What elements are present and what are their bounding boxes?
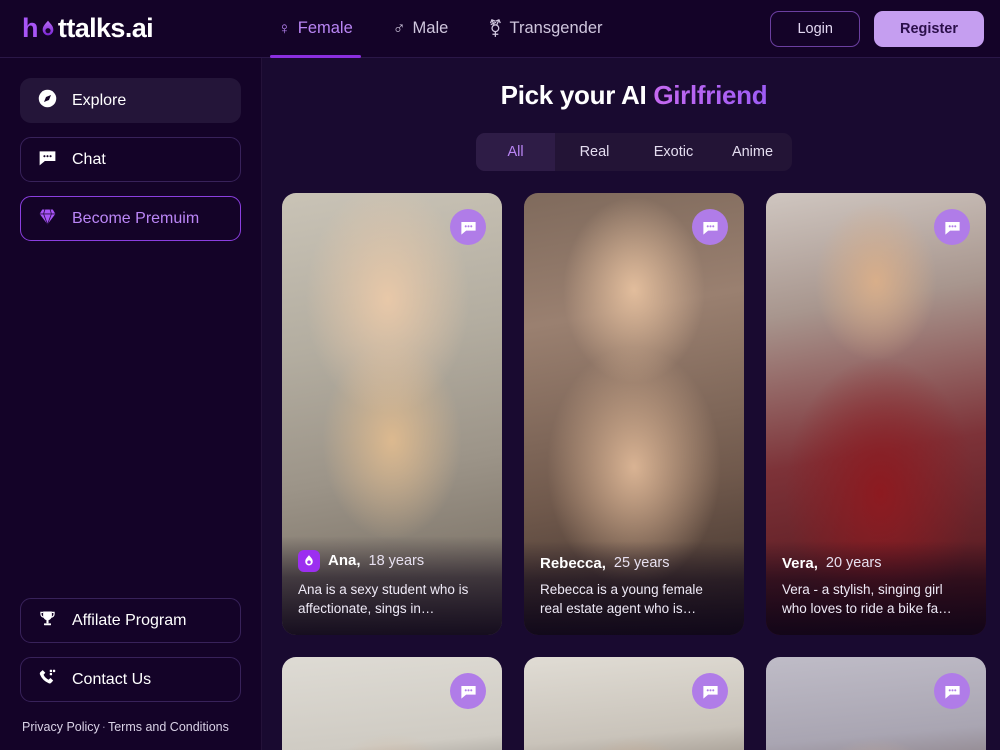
gender-tabs: ♀ Female ♂ Male ⚧ Transgender [270, 0, 611, 58]
diamond-icon [37, 206, 58, 232]
chat-button[interactable] [692, 209, 728, 245]
sidebar-item-explore-label: Explore [72, 91, 127, 109]
category-filters: All Real Exotic Anime [476, 133, 792, 171]
sidebar-item-chat[interactable]: Chat [20, 137, 241, 182]
sidebar-item-explore[interactable]: Explore [20, 78, 241, 123]
logo-suffix: talks.ai [66, 13, 154, 43]
filter-all[interactable]: All [476, 133, 555, 171]
card-age: 18 years [368, 552, 425, 569]
sidebar-item-premium-label: Become Premuim [72, 209, 200, 227]
phone-icon [37, 667, 58, 693]
card-description: Vera - a stylish, singing girl who loves… [782, 581, 952, 617]
card-name-row: Vera, 20 years [782, 555, 970, 572]
logo[interactable]: h t talks.ai [0, 0, 262, 57]
top-header: h t talks.ai ♀ Female ♂ Male ⚧ Transgend… [0, 0, 1000, 58]
filters-wrap: All Real Exotic Anime [278, 133, 990, 171]
male-symbol-icon: ♂ [392, 19, 406, 38]
sidebar-item-affiliate-label: Affilate Program [72, 611, 187, 629]
card-info-overlay: Rebecca, 25 years Rebecca is a young fem… [524, 540, 744, 635]
card-info-overlay: Vera, 20 years Vera - a stylish, singing… [766, 540, 986, 635]
sidebar-item-affiliate[interactable]: Affilate Program [20, 598, 241, 643]
transgender-symbol-icon: ⚧ [488, 19, 503, 38]
header-actions: Login Register [770, 10, 1000, 47]
character-card[interactable]: Ana, 18 years Ana is a sexy student who … [282, 193, 502, 635]
sidebar-item-contact-label: Contact Us [72, 670, 152, 688]
card-name: Rebecca, [540, 554, 606, 572]
tab-male-label: Male [412, 19, 449, 38]
card-age: 25 years [613, 555, 670, 572]
chat-bubble-icon [944, 685, 960, 699]
login-button[interactable]: Login [770, 10, 860, 47]
card-info-overlay: Ana, 18 years Ana is a sexy student who … [282, 535, 502, 635]
logo-prefix: h [22, 13, 39, 43]
character-card[interactable]: Rebecca, 25 years Rebecca is a young fem… [524, 193, 744, 635]
card-description: Rebecca is a young female real estate ag… [540, 581, 703, 617]
tab-transgender-label: Transgender [509, 19, 603, 38]
filter-anime[interactable]: Anime [713, 133, 792, 171]
card-name-row: Ana, 18 years [298, 549, 486, 572]
flame-icon [38, 15, 58, 36]
card-age: 20 years [825, 555, 882, 572]
privacy-policy-link[interactable]: Privacy Policy [22, 720, 100, 734]
register-button[interactable]: Register [873, 10, 984, 47]
chat-bubble-icon [460, 221, 476, 235]
card-name: Ana, [328, 552, 361, 570]
character-card[interactable] [282, 657, 502, 750]
female-symbol-icon: ♀ [278, 19, 291, 38]
app-root: h t talks.ai ♀ Female ♂ Male ⚧ Transgend… [0, 0, 1000, 750]
footer-links: Privacy Policy · Terms and Conditions [20, 716, 241, 734]
sidebar-footer: Affilate Program Contact Us Privacy Poli… [20, 598, 241, 740]
chat-bubble-icon [37, 147, 58, 173]
page-title-plain: Pick your AI [500, 80, 654, 110]
tab-female-label: Female [297, 19, 353, 38]
card-description: Ana is a sexy student who is affectionat… [298, 581, 469, 617]
logo-text: h t talks.ai [22, 13, 154, 44]
page-title-accent: Girlfriend [653, 80, 768, 110]
filter-real[interactable]: Real [555, 133, 634, 171]
sidebar-item-premium[interactable]: Become Premuim [20, 196, 241, 241]
logo-mid: t [57, 13, 67, 43]
tab-male[interactable]: ♂ Male [385, 0, 457, 57]
chat-button[interactable] [692, 673, 728, 709]
tab-female[interactable]: ♀ Female [270, 0, 361, 58]
page-title: Pick your AI Girlfriend [278, 80, 990, 111]
character-card[interactable] [766, 657, 986, 750]
sidebar-item-contact[interactable]: Contact Us [20, 657, 241, 702]
chat-bubble-icon [944, 221, 960, 235]
tab-transgender[interactable]: ⚧ Transgender [480, 0, 610, 57]
character-grid: Ana, 18 years Ana is a sexy student who … [278, 193, 990, 750]
terms-link[interactable]: Terms and Conditions [108, 720, 229, 734]
sidebar-item-chat-label: Chat [72, 150, 106, 168]
body: Explore Chat Become Premuim Affilate Pro… [0, 58, 1000, 750]
character-card[interactable] [524, 657, 744, 750]
filter-exotic[interactable]: Exotic [634, 133, 713, 171]
footer-separator: · [101, 720, 106, 734]
chat-bubble-icon [702, 685, 718, 699]
character-card[interactable]: Vera, 20 years Vera - a stylish, singing… [766, 193, 986, 635]
main-content: Pick your AI Girlfriend All Real Exotic … [262, 58, 1000, 750]
chat-bubble-icon [702, 221, 718, 235]
chat-bubble-icon [460, 685, 476, 699]
chat-button[interactable] [934, 673, 970, 709]
flame-badge-icon [298, 549, 320, 572]
chat-button[interactable] [450, 209, 486, 245]
compass-icon [37, 88, 58, 114]
sidebar: Explore Chat Become Premuim Affilate Pro… [0, 58, 262, 750]
trophy-icon [37, 608, 58, 634]
card-name: Vera, [782, 554, 818, 572]
card-name-row: Rebecca, 25 years [540, 555, 728, 572]
chat-button[interactable] [450, 673, 486, 709]
chat-button[interactable] [934, 209, 970, 245]
